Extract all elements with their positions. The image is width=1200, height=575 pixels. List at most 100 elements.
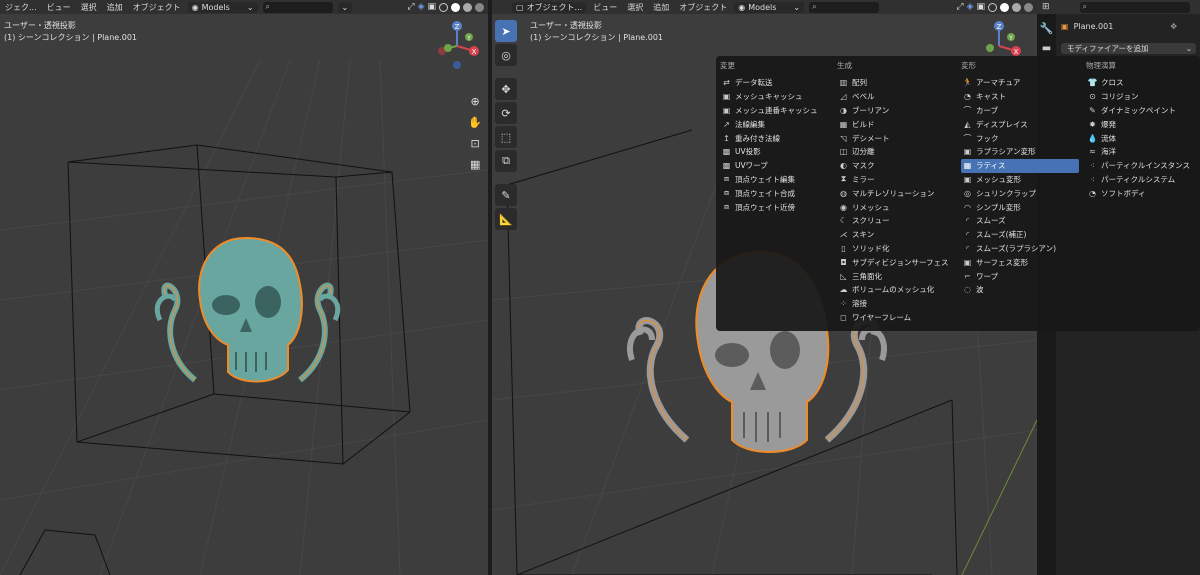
shading-wireframe-icon[interactable] — [439, 2, 448, 12]
shading-material-icon[interactable] — [463, 2, 472, 12]
menu-item[interactable]: ◐ マスク — [837, 159, 961, 173]
menu-item[interactable]: ⧈ 頂点ウェイト編集 — [720, 173, 844, 187]
menu-item[interactable]: ◜ スムーズ(補正) — [961, 228, 1085, 242]
properties-search-input[interactable]: ⌕ — [1079, 1, 1190, 13]
viewport-left[interactable]: ジェク... ビュー 選択 追加 オブジェクト ◉ Models ⌄ ⌕ ⌄ ⤢… — [0, 0, 488, 575]
menu-item[interactable]: ≈ 海洋 — [1086, 145, 1200, 159]
measure-tool[interactable]: 📐 — [495, 208, 517, 230]
menu-item[interactable]: ▥ 配列 — [837, 76, 961, 90]
menu-item-highlighted[interactable]: ▦ ラティス — [961, 158, 1079, 173]
camera-icon[interactable]: ⊡ — [471, 137, 480, 150]
menu-add[interactable]: 追加 — [648, 2, 674, 13]
editor-type-label[interactable]: ジェク... — [0, 2, 42, 13]
menu-item[interactable]: ⧈ 頂点ウェイト近傍 — [720, 200, 844, 214]
menu-item[interactable]: ↥ 重み付き法線 — [720, 131, 844, 145]
menu-item[interactable]: ▦ ビルド — [837, 117, 961, 131]
menu-item[interactable]: ▣ メッシュ変形 — [961, 173, 1085, 187]
menu-item[interactable]: ◍ マルチレゾリューション — [837, 186, 961, 200]
menu-item[interactable]: ◉ リメッシュ — [837, 200, 961, 214]
menu-item[interactable]: ◹ デシメート — [837, 131, 961, 145]
hand-pan-icon[interactable]: ✋ — [468, 116, 482, 129]
scale-tool[interactable]: ⬚ — [495, 126, 517, 148]
menu-item[interactable]: ◻ ワイヤーフレーム — [837, 311, 961, 325]
menu-item[interactable]: ◎ シュリンクラップ — [961, 186, 1085, 200]
menu-item[interactable]: ⋌ スキン — [837, 228, 961, 242]
properties-editor-icon[interactable]: ⊞ — [1042, 2, 1050, 12]
navigation-gizmo[interactable]: Z Y X — [430, 18, 488, 78]
menu-item[interactable]: ⧗ ミラー — [837, 173, 961, 187]
menu-item[interactable]: 🏃 アーマチュア — [961, 76, 1085, 90]
render-tab-icon[interactable]: ▬ — [1037, 43, 1056, 54]
menu-item[interactable]: ◠ シンプル変形 — [961, 200, 1085, 214]
gizmo-toggle-icon[interactable]: ⤢ — [956, 2, 963, 12]
shading-solid-icon[interactable] — [1000, 2, 1009, 12]
menu-item[interactable]: ⁖ パーティクルインスタンス — [1086, 159, 1200, 173]
overlay-toggle-icon[interactable]: ◈ — [418, 2, 425, 12]
search-input[interactable]: ⌕ — [262, 1, 333, 13]
rotate-tool[interactable]: ⟳ — [495, 102, 517, 124]
menu-item[interactable]: ▩ UV投影 — [720, 145, 844, 159]
collection-dropdown[interactable]: ◉ Models ⌄ — [734, 1, 805, 13]
menu-view[interactable]: ビュー — [588, 2, 622, 13]
menu-item[interactable]: ⌒ カーブ — [961, 104, 1085, 118]
menu-item[interactable]: ▩ UVワープ — [720, 159, 844, 173]
menu-item[interactable]: ▣ メッシュキャッシュ — [720, 90, 844, 104]
menu-item[interactable]: ⌐ ワープ — [961, 269, 1085, 283]
menu-select[interactable]: 選択 — [76, 2, 102, 13]
zoom-icon[interactable]: ⊕ — [471, 95, 480, 108]
menu-object[interactable]: オブジェクト — [674, 2, 732, 13]
menu-item[interactable]: ☾ スクリュー — [837, 214, 961, 228]
shading-material-icon[interactable] — [1012, 2, 1021, 12]
menu-item[interactable]: ◜ スムーズ(ラプラシアン) — [961, 242, 1085, 256]
grid-icon[interactable]: ▦ — [470, 158, 480, 171]
add-modifier-button[interactable]: モディファイアーを追加 ⌄ — [1061, 43, 1196, 54]
mode-dropdown[interactable]: ▢ オブジェクト... — [512, 1, 587, 13]
menu-item[interactable]: ✸ 爆発 — [1086, 117, 1200, 131]
menu-item[interactable]: ▣ ラプラシアン変形 — [961, 145, 1085, 159]
shading-wireframe-icon[interactable] — [988, 2, 997, 12]
menu-item[interactable]: ▯ ソリッド化 — [837, 242, 961, 256]
move-tool[interactable]: ✥ — [495, 78, 517, 100]
menu-item[interactable]: 💧 流体 — [1086, 131, 1200, 145]
menu-item[interactable]: ✎ ダイナミックペイント — [1086, 104, 1200, 118]
menu-item[interactable]: ▣ サーフェス変形 — [961, 255, 1085, 269]
menu-view[interactable]: ビュー — [42, 2, 76, 13]
menu-item[interactable]: ⁖ パーティクルシステム — [1086, 173, 1200, 187]
shading-solid-icon[interactable] — [451, 2, 460, 12]
menu-item[interactable]: ◔ ソフトボディ — [1086, 186, 1200, 200]
menu-item[interactable]: ☁ ボリュームのメッシュ化 — [837, 283, 961, 297]
overlay-toggle-icon[interactable]: ◈ — [967, 2, 974, 12]
menu-item[interactable]: ◌ 波 — [961, 283, 1085, 297]
menu-item[interactable]: 👕 クロス — [1086, 76, 1200, 90]
annotate-tool[interactable]: ✎ — [495, 184, 517, 206]
menu-item[interactable]: ◿ ベベル — [837, 90, 961, 104]
modifier-tab-icon[interactable]: 🔧 — [1037, 22, 1056, 35]
gizmo-toggle-icon[interactable]: ⤢ — [407, 2, 414, 12]
search-input[interactable]: ⌕ — [809, 1, 880, 13]
menu-item[interactable]: ⧈ 頂点ウェイト合成 — [720, 186, 844, 200]
menu-item[interactable]: ◜ スムーズ — [961, 214, 1085, 228]
menu-item[interactable]: ◫ 辺分離 — [837, 145, 961, 159]
menu-add[interactable]: 追加 — [102, 2, 128, 13]
collection-dropdown[interactable]: ◉ Models ⌄ — [187, 1, 258, 13]
menu-select[interactable]: 選択 — [622, 2, 648, 13]
menu-item[interactable]: ⇄ データ転送 — [720, 76, 844, 90]
menu-item[interactable]: ↗ 法線編集 — [720, 117, 844, 131]
shading-rendered-icon[interactable] — [1024, 2, 1033, 12]
menu-item[interactable]: ◺ 三角面化 — [837, 269, 961, 283]
cursor-tool[interactable]: ◎ — [495, 44, 517, 66]
menu-item[interactable]: ◔ キャスト — [961, 90, 1085, 104]
menu-item[interactable]: ⁘ 溶接 — [837, 297, 961, 311]
menu-item[interactable]: ◑ ブーリアン — [837, 104, 961, 118]
menu-item[interactable]: ⌒ フック — [961, 131, 1085, 145]
transform-tool[interactable]: ⧉ — [495, 150, 517, 172]
shading-rendered-icon[interactable] — [475, 2, 484, 12]
pin-icon[interactable]: ✥ — [1170, 22, 1177, 31]
filter-dropdown[interactable]: ⌄ — [337, 1, 352, 13]
menu-object[interactable]: オブジェクト — [128, 2, 186, 13]
menu-item[interactable]: ⊙ コリジョン — [1086, 90, 1200, 104]
xray-toggle-icon[interactable]: ▣ — [427, 2, 436, 12]
select-box-tool[interactable]: ➤ — [495, 20, 517, 42]
menu-item[interactable]: ▣ メッシュ連番キャッシュ — [720, 104, 844, 118]
xray-toggle-icon[interactable]: ▣ — [976, 2, 985, 12]
